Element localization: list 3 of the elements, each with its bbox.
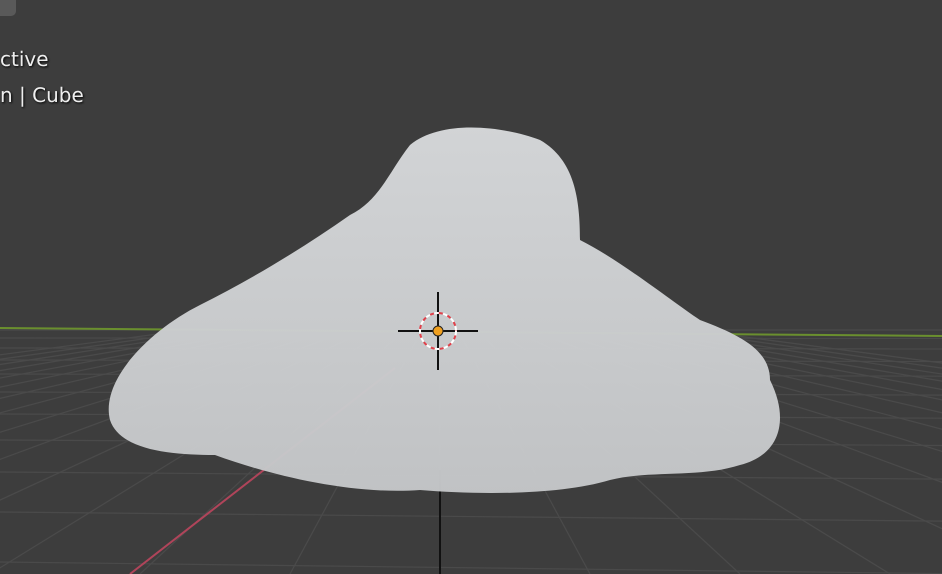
- viewport-info-text: ctive: [0, 46, 50, 72]
- cursor-icon: [398, 292, 478, 370]
- viewport-info-text: n | Cube: [0, 82, 84, 108]
